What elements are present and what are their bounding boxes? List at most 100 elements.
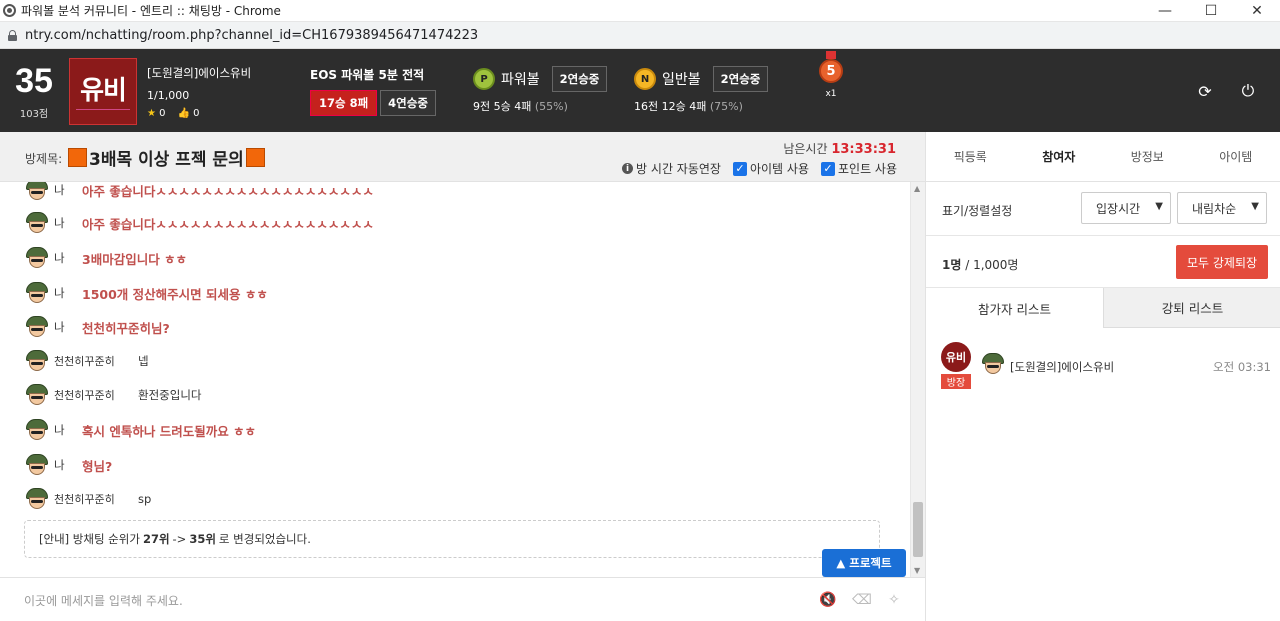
soldier-avatar-icon — [24, 488, 50, 510]
profile-name[interactable]: [도원결의]에이스유비 — [147, 65, 251, 81]
participant-count-row: 1명 / 1,000명 모두 강제퇴장 — [926, 236, 1280, 288]
level-points: 103점 — [19, 109, 49, 120]
remaining-time: 남은시간 13:33:31 — [783, 142, 896, 157]
soldier-avatar-icon — [24, 182, 50, 201]
soldier-avatar-icon — [24, 316, 50, 338]
soldier-avatar-icon — [24, 282, 50, 304]
medal-badge: 5 x1 — [818, 51, 844, 99]
checkbox-checked-icon[interactable]: ✓ — [732, 161, 747, 176]
chat-message: 나 아주 좋습니다ㅅㅅㅅㅅㅅㅅㅅㅅㅅㅅㅅㅅㅅㅅㅅㅅㅅㅅㅅ — [24, 182, 374, 202]
refresh-icon[interactable]: ⟳ — [1195, 81, 1215, 101]
item-use-checkbox[interactable]: ✓ 아이템 사용 — [732, 160, 809, 177]
project-button[interactable]: ▲ 프로젝트 — [822, 549, 906, 577]
star-icon: ★ — [147, 108, 156, 119]
eos-record-badge: 17승 8패 — [310, 90, 378, 116]
chat-message: 천천히꾸준히 넵 — [24, 349, 149, 373]
sort-field-select[interactable]: 입장시간 ▼ — [1081, 192, 1171, 224]
power-icon[interactable]: ⏻ — [1238, 81, 1258, 101]
tab-room-info[interactable]: 방정보 — [1103, 148, 1192, 165]
site-favicon-icon — [3, 4, 16, 17]
close-icon[interactable]: ✕ — [1234, 0, 1280, 22]
normalball-stat: 16전 12승 4패 — [634, 100, 707, 113]
soldier-avatar-icon — [980, 353, 1006, 375]
scroll-thumb[interactable] — [913, 502, 923, 557]
room-bar: 방제목: 3배목 이상 프젝 문의 남은시간 13:33:31 i 방 시간 자… — [0, 132, 925, 182]
tab-kicked-list[interactable]: 강퇴 리스트 — [1104, 288, 1280, 328]
user-header: 35 103점 유비 [도원결의]에이스유비 1/1,000 ★ 0 👍 0 E… — [0, 49, 1280, 132]
eos-streak-badge: 4연승중 — [380, 90, 436, 116]
powerball-record: P 파워볼 2연승중 9전 5승 4패 (55%) — [473, 66, 608, 114]
remaining-time-value: 13:33:31 — [831, 142, 896, 157]
user-profile: [도원결의]에이스유비 1/1,000 ★ 0 👍 0 — [147, 65, 251, 119]
orange-square-icon — [68, 148, 87, 167]
level-number: 35 — [15, 62, 53, 100]
chat-message: 나 1500개 정산해주시면 되세용 ㅎㅎ — [24, 281, 268, 305]
user-level: 35 103점 — [8, 61, 60, 120]
chat-input[interactable] — [24, 591, 784, 611]
sort-label: 표기/정렬설정 — [942, 204, 1013, 218]
logo-text: 유비 — [80, 76, 127, 106]
window-titlebar: 파워볼 분석 커뮤니티 - 엔트리 :: 채팅방 - Chrome — ☐ ✕ — [0, 0, 1280, 22]
powerball-streak: 2연승중 — [551, 66, 608, 92]
medal-count: x1 — [825, 89, 837, 99]
normalball-pct: (75%) — [709, 100, 743, 113]
host-badge: 방장 — [941, 374, 971, 389]
url-text[interactable]: ntry.com/nchatting/room.php?channel_id=C… — [25, 28, 478, 43]
eraser-icon[interactable]: ⌫ — [852, 591, 872, 609]
chat-message: 나 혹시 엔톡하나 드려도될까요 ㅎㅎ — [24, 418, 256, 442]
soldier-avatar-icon — [24, 419, 50, 441]
minimize-icon[interactable]: — — [1142, 0, 1188, 22]
room-title-label: 방제목: — [25, 152, 63, 166]
maximize-icon[interactable]: ☐ — [1188, 0, 1234, 22]
window-controls: — ☐ ✕ — [1142, 0, 1280, 22]
kick-all-button[interactable]: 모두 강제퇴장 — [1176, 245, 1268, 279]
tab-pick[interactable]: 픽등록 — [926, 148, 1015, 165]
soldier-avatar-icon — [24, 212, 50, 234]
powerball-pct: (55%) — [534, 100, 568, 113]
member-join-time: 오전 03:31 — [1213, 360, 1271, 374]
chat-messages[interactable]: 나 아주 좋습니다ㅅㅅㅅㅅㅅㅅㅅㅅㅅㅅㅅㅅㅅㅅㅅㅅㅅㅅㅅ 나 아주 좋습니다ㅅㅅ… — [0, 182, 910, 577]
normalball-record: N 일반볼 2연승중 16전 12승 4패 (75%) — [634, 66, 769, 114]
lock-icon — [8, 29, 17, 41]
sort-settings: 표기/정렬설정 입장시간 ▼ 내림차순 ▼ — [926, 182, 1280, 236]
checkbox-checked-icon[interactable]: ✓ — [820, 161, 835, 176]
room-options: i 방 시간 자동연장 ✓ 아이템 사용 ✓ 포인트 사용 — [622, 160, 897, 177]
eos-record: EOS 파워볼 5분 전적 17승 8패 4연승중 — [310, 66, 436, 116]
orange-square-icon — [245, 148, 265, 167]
normalball-streak: 2연승중 — [712, 66, 769, 92]
chat-message: 나 형님? — [24, 453, 112, 477]
member-logo: 유비 — [941, 342, 971, 372]
chat-scrollbar[interactable]: ▲ ▼ — [910, 182, 925, 577]
tab-participants[interactable]: 참여자 — [1015, 148, 1104, 165]
participant-item[interactable]: 유비 방장 [도원결의]에이스유비 오전 03:31 — [940, 342, 1275, 392]
sort-order-select[interactable]: 내림차순 ▼ — [1177, 192, 1267, 224]
tab-items[interactable]: 아이템 — [1192, 148, 1280, 165]
powerball-name: 파워볼 — [501, 72, 540, 88]
info-icon: i — [622, 163, 634, 174]
star-count: 0 — [159, 108, 166, 119]
soldier-avatar-icon — [24, 384, 50, 406]
address-bar[interactable]: ntry.com/nchatting/room.php?channel_id=C… — [0, 22, 1280, 49]
mute-icon[interactable]: 🔇 — [818, 591, 838, 609]
medal-icon: 5 — [819, 59, 843, 83]
scroll-up-icon[interactable]: ▲ — [914, 184, 920, 193]
participants-panel: 표기/정렬설정 입장시간 ▼ 내림차순 ▼ 1명 / 1,000명 모두 강제퇴… — [925, 182, 1280, 621]
soldier-avatar-icon — [24, 247, 50, 269]
chevron-down-icon: ▼ — [1251, 201, 1259, 212]
rank-notice: [안내] 방채팅 순위가 27위 -> 35위 로 변경되었습니다. — [24, 520, 880, 558]
room-title: 3배목 이상 프젝 문의 — [68, 145, 265, 170]
participant-count: 1명 / 1,000명 — [942, 258, 1019, 272]
scroll-down-icon[interactable]: ▼ — [914, 566, 920, 575]
chat-input-bar: 🔇 ⌫ ✧ — [0, 577, 925, 621]
powerball-stat: 9전 5승 4패 — [473, 100, 532, 113]
auto-extend-option[interactable]: i 방 시간 자동연장 — [622, 160, 721, 177]
magic-wand-icon[interactable]: ✧ — [884, 591, 904, 609]
member-name[interactable]: [도원결의]에이스유비 — [1010, 359, 1114, 375]
tab-participant-list[interactable]: 참가자 리스트 — [926, 288, 1104, 328]
soldier-avatar-icon — [24, 454, 50, 476]
chat-message: 나 아주 좋습니다ㅅㅅㅅㅅㅅㅅㅅㅅㅅㅅㅅㅅㅅㅅㅅㅅㅅㅅㅅ — [24, 211, 374, 235]
powerball-coin-icon: P — [473, 68, 495, 90]
point-use-checkbox[interactable]: ✓ 포인트 사용 — [820, 160, 897, 177]
soldier-avatar-icon — [24, 350, 50, 372]
member-count: 1/1,000 — [147, 89, 190, 102]
